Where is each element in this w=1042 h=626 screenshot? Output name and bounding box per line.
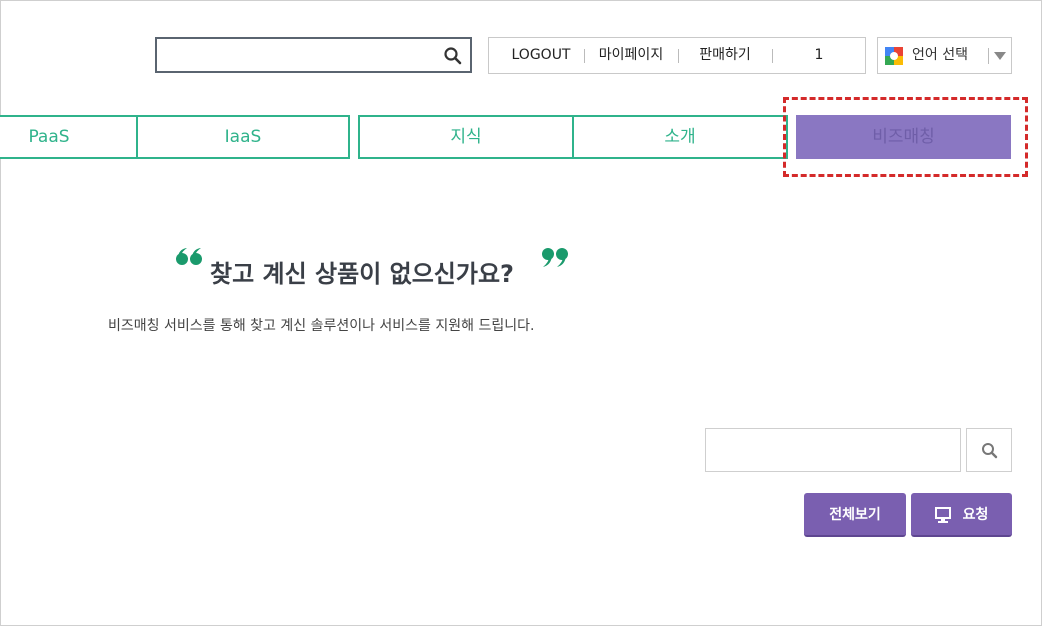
tab-label: 소개	[664, 127, 696, 147]
mypage-link[interactable]: 마이페이지	[589, 38, 673, 73]
product-search-input[interactable]	[705, 428, 961, 472]
tab-knowledge[interactable]: 지식	[358, 115, 574, 159]
tab-iaas[interactable]: IaaS	[136, 115, 350, 159]
select-divider	[988, 48, 989, 64]
language-select-label: 언어 선택	[912, 47, 968, 63]
top-search-box[interactable]	[155, 37, 472, 73]
view-all-label: 전체보기	[829, 507, 881, 523]
search-icon[interactable]	[442, 45, 464, 67]
menu-divider	[772, 49, 773, 63]
menu-divider	[584, 49, 585, 63]
user-menu: LOGOUT 마이페이지 판매하기 1	[488, 37, 866, 74]
highlight-box	[783, 97, 1028, 177]
tab-label: IaaS	[224, 127, 262, 147]
page-headline: 찾고 계신 상품이 없으신가요?	[210, 260, 514, 288]
logout-link[interactable]: LOGOUT	[499, 38, 583, 73]
open-quote-icon	[176, 248, 202, 265]
tab-about[interactable]: 소개	[572, 115, 788, 159]
sell-link[interactable]: 판매하기	[683, 38, 767, 73]
request-button[interactable]: 요청	[911, 493, 1012, 537]
tab-label: PaaS	[28, 127, 70, 147]
search-icon	[982, 443, 998, 459]
language-select[interactable]: 언어 선택	[877, 37, 1012, 74]
view-all-button[interactable]: 전체보기	[804, 493, 906, 537]
monitor-icon	[934, 507, 951, 523]
cart-count[interactable]: 1	[789, 38, 849, 73]
request-label: 요청	[962, 507, 989, 523]
page-subtext: 비즈매칭 서비스를 통해 찾고 계신 솔루션이나 서비스를 지원해 드립니다.	[108, 318, 535, 334]
product-search-button[interactable]	[966, 428, 1012, 472]
menu-divider	[678, 49, 679, 63]
chevron-down-icon	[994, 52, 1006, 60]
tab-paas[interactable]: PaaS	[0, 115, 138, 159]
google-translate-icon	[885, 47, 903, 65]
close-quote-icon	[542, 248, 568, 267]
tab-label: 지식	[450, 127, 482, 147]
